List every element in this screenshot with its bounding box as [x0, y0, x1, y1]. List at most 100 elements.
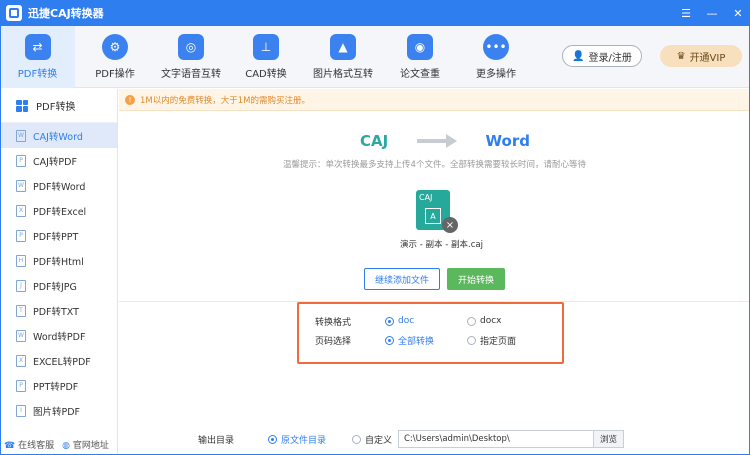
radio-unchecked-icon	[352, 434, 361, 444]
login-button[interactable]: 👤 登录/注册	[562, 45, 642, 67]
tab-label: 更多操作	[476, 69, 516, 80]
sidebar-item-label: CAJ转PDF	[33, 156, 77, 168]
sidebar-item-ppt-to-pdf[interactable]: P PPT转PDF	[0, 373, 117, 398]
menu-icon[interactable]: ☰	[680, 7, 692, 20]
format-option-row: 转换格式 doc docx	[315, 314, 502, 328]
sidebar-item-pdf-to-txt[interactable]: T PDF转TXT	[0, 298, 117, 323]
sidebar-item-label: 图片转PDF	[33, 406, 81, 418]
sidebar-footer: ☎ 在线客服 ◍ 官网地址	[0, 433, 118, 455]
page-all-radio[interactable]: 全部转换	[385, 334, 467, 347]
tab-cad-convert[interactable]: ⊥ CAD转换	[236, 26, 296, 88]
file-icon: W	[16, 329, 26, 342]
vip-label: 开通VIP	[689, 52, 726, 64]
sidebar-item-label: PPT转PDF	[33, 381, 79, 393]
tab-label: 图片格式互转	[313, 69, 373, 80]
image-icon: ▲	[330, 34, 356, 60]
output-path-field[interactable]: C:\Users\admin\Desktop\	[398, 430, 594, 448]
login-label: 登录/注册	[588, 52, 632, 64]
speech-icon: ◎	[178, 34, 204, 60]
sidebar-item-pdf-to-excel[interactable]: X PDF转Excel	[0, 198, 117, 223]
output-directory-row: 输出目录 原文件目录 自定义 C:\Users\admin\Desktop\ 浏…	[198, 430, 624, 448]
crown-icon: ♛	[676, 50, 686, 62]
minimize-icon[interactable]: —	[706, 7, 718, 20]
file-type-label: CAJ	[419, 193, 433, 202]
sidebar-item-label: EXCEL转PDF	[33, 356, 91, 368]
format-docx-radio[interactable]: docx	[467, 316, 502, 326]
conversion-from: CAJ	[360, 132, 389, 150]
tab-label: PDF转换	[17, 69, 58, 80]
file-icon: X	[16, 204, 26, 217]
start-convert-button[interactable]: 开始转换	[447, 268, 505, 290]
sidebar-item-label: Word转PDF	[33, 331, 86, 343]
warning-icon: !	[125, 94, 135, 105]
tab-plagiarism-check[interactable]: ◉ 论文查重	[390, 26, 450, 88]
file-inner-glyph: A	[425, 208, 441, 224]
sidebar-item-pdf-to-ppt[interactable]: P PDF转PPT	[0, 223, 117, 248]
online-service-label: 在线客服	[18, 440, 55, 451]
sidebar-item-image-to-pdf[interactable]: I 图片转PDF	[0, 398, 117, 423]
file-icon: X	[16, 354, 26, 367]
conversion-direction: CAJ Word	[360, 130, 530, 152]
sidebar-item-word-to-pdf[interactable]: W Word转PDF	[0, 323, 117, 348]
radio-label: 指定页面	[480, 336, 517, 347]
search-doc-icon: ◉	[407, 34, 433, 60]
add-files-button[interactable]: 继续添加文件	[364, 268, 440, 290]
file-icon: P	[16, 229, 26, 242]
file-icon: H	[16, 254, 26, 267]
browse-button[interactable]: 浏览	[594, 430, 624, 448]
radio-label: 原文件目录	[281, 435, 327, 446]
sidebar-item-pdf-to-jpg[interactable]: J PDF转JPG	[0, 273, 117, 298]
file-icon: J	[16, 279, 26, 292]
online-service-link[interactable]: ☎ 在线客服	[4, 438, 54, 451]
radio-label: doc	[398, 316, 415, 326]
sidebar-item-label: PDF转Html	[33, 256, 84, 268]
notice-text: 1M以内的免费转换，大于1M的需购买注册。	[140, 95, 310, 106]
close-icon[interactable]: ✕	[732, 7, 744, 20]
remove-file-icon[interactable]: ×	[442, 217, 458, 233]
radio-label: 自定义	[365, 435, 393, 446]
sidebar-item-pdf-to-word[interactable]: W PDF转Word	[0, 173, 117, 198]
sidebar-item-label: PDF转Excel	[33, 206, 87, 218]
window-controls: ☰ — ✕	[680, 0, 744, 26]
conversion-options-box: 转换格式 doc docx 页码选择 全部转换 指定页面	[297, 302, 564, 364]
cad-icon: ⊥	[253, 34, 279, 60]
radio-unchecked-icon	[467, 335, 476, 345]
radio-label: 全部转换	[398, 336, 435, 347]
sidebar-item-caj-to-word[interactable]: W CAJ转Word	[0, 123, 117, 148]
official-site-link[interactable]: ◍ 官网地址	[62, 438, 109, 451]
file-icon: T	[16, 304, 26, 317]
sidebar-header-label: PDF转换	[36, 102, 76, 113]
file-card[interactable]: CAJ A ×	[416, 190, 458, 234]
grid-icon	[16, 99, 28, 112]
tab-label: 论文查重	[400, 69, 440, 80]
file-icon: P	[16, 154, 26, 167]
app-logo-icon	[6, 5, 22, 21]
more-icon: •••	[483, 34, 509, 60]
sidebar-item-caj-to-pdf[interactable]: P CAJ转PDF	[0, 148, 117, 173]
vip-button[interactable]: ♛ 开通VIP	[660, 45, 742, 67]
tab-more-operations[interactable]: ••• 更多操作	[466, 26, 526, 88]
sidebar-item-excel-to-pdf[interactable]: X EXCEL转PDF	[0, 348, 117, 373]
format-doc-radio[interactable]: doc	[385, 316, 467, 326]
output-custom-radio[interactable]: 自定义	[352, 433, 398, 446]
tab-text-speech[interactable]: ◎ 文字语音互转	[155, 26, 227, 88]
app-title: 迅捷CAJ转换器	[28, 7, 104, 20]
radio-checked-icon	[268, 434, 277, 444]
conversion-to: Word	[485, 132, 530, 150]
tab-label: PDF操作	[95, 69, 135, 80]
output-original-radio[interactable]: 原文件目录	[268, 433, 352, 446]
tab-pdf-operations[interactable]: ⚙ PDF操作	[80, 26, 150, 88]
sidebar-item-label: CAJ转Word	[33, 131, 83, 143]
swap-icon: ⇄	[24, 34, 51, 60]
file-name: 演示 - 副本 - 副本.caj	[400, 240, 483, 250]
file-icon: P	[16, 379, 26, 392]
sidebar-item-pdf-to-html[interactable]: H PDF转Html	[0, 248, 117, 273]
tab-image-format[interactable]: ▲ 图片格式互转	[306, 26, 380, 88]
official-site-label: 官网地址	[72, 440, 109, 451]
page-specific-radio[interactable]: 指定页面	[467, 334, 516, 347]
page-label: 页码选择	[315, 336, 352, 347]
tab-pdf-convert[interactable]: ⇄ PDF转换	[0, 26, 75, 88]
headset-icon: ☎	[4, 440, 16, 451]
sidebar-header: PDF转换	[0, 89, 117, 123]
sidebar: PDF转换 W CAJ转Word P CAJ转PDF W PDF转Word X …	[0, 89, 118, 455]
